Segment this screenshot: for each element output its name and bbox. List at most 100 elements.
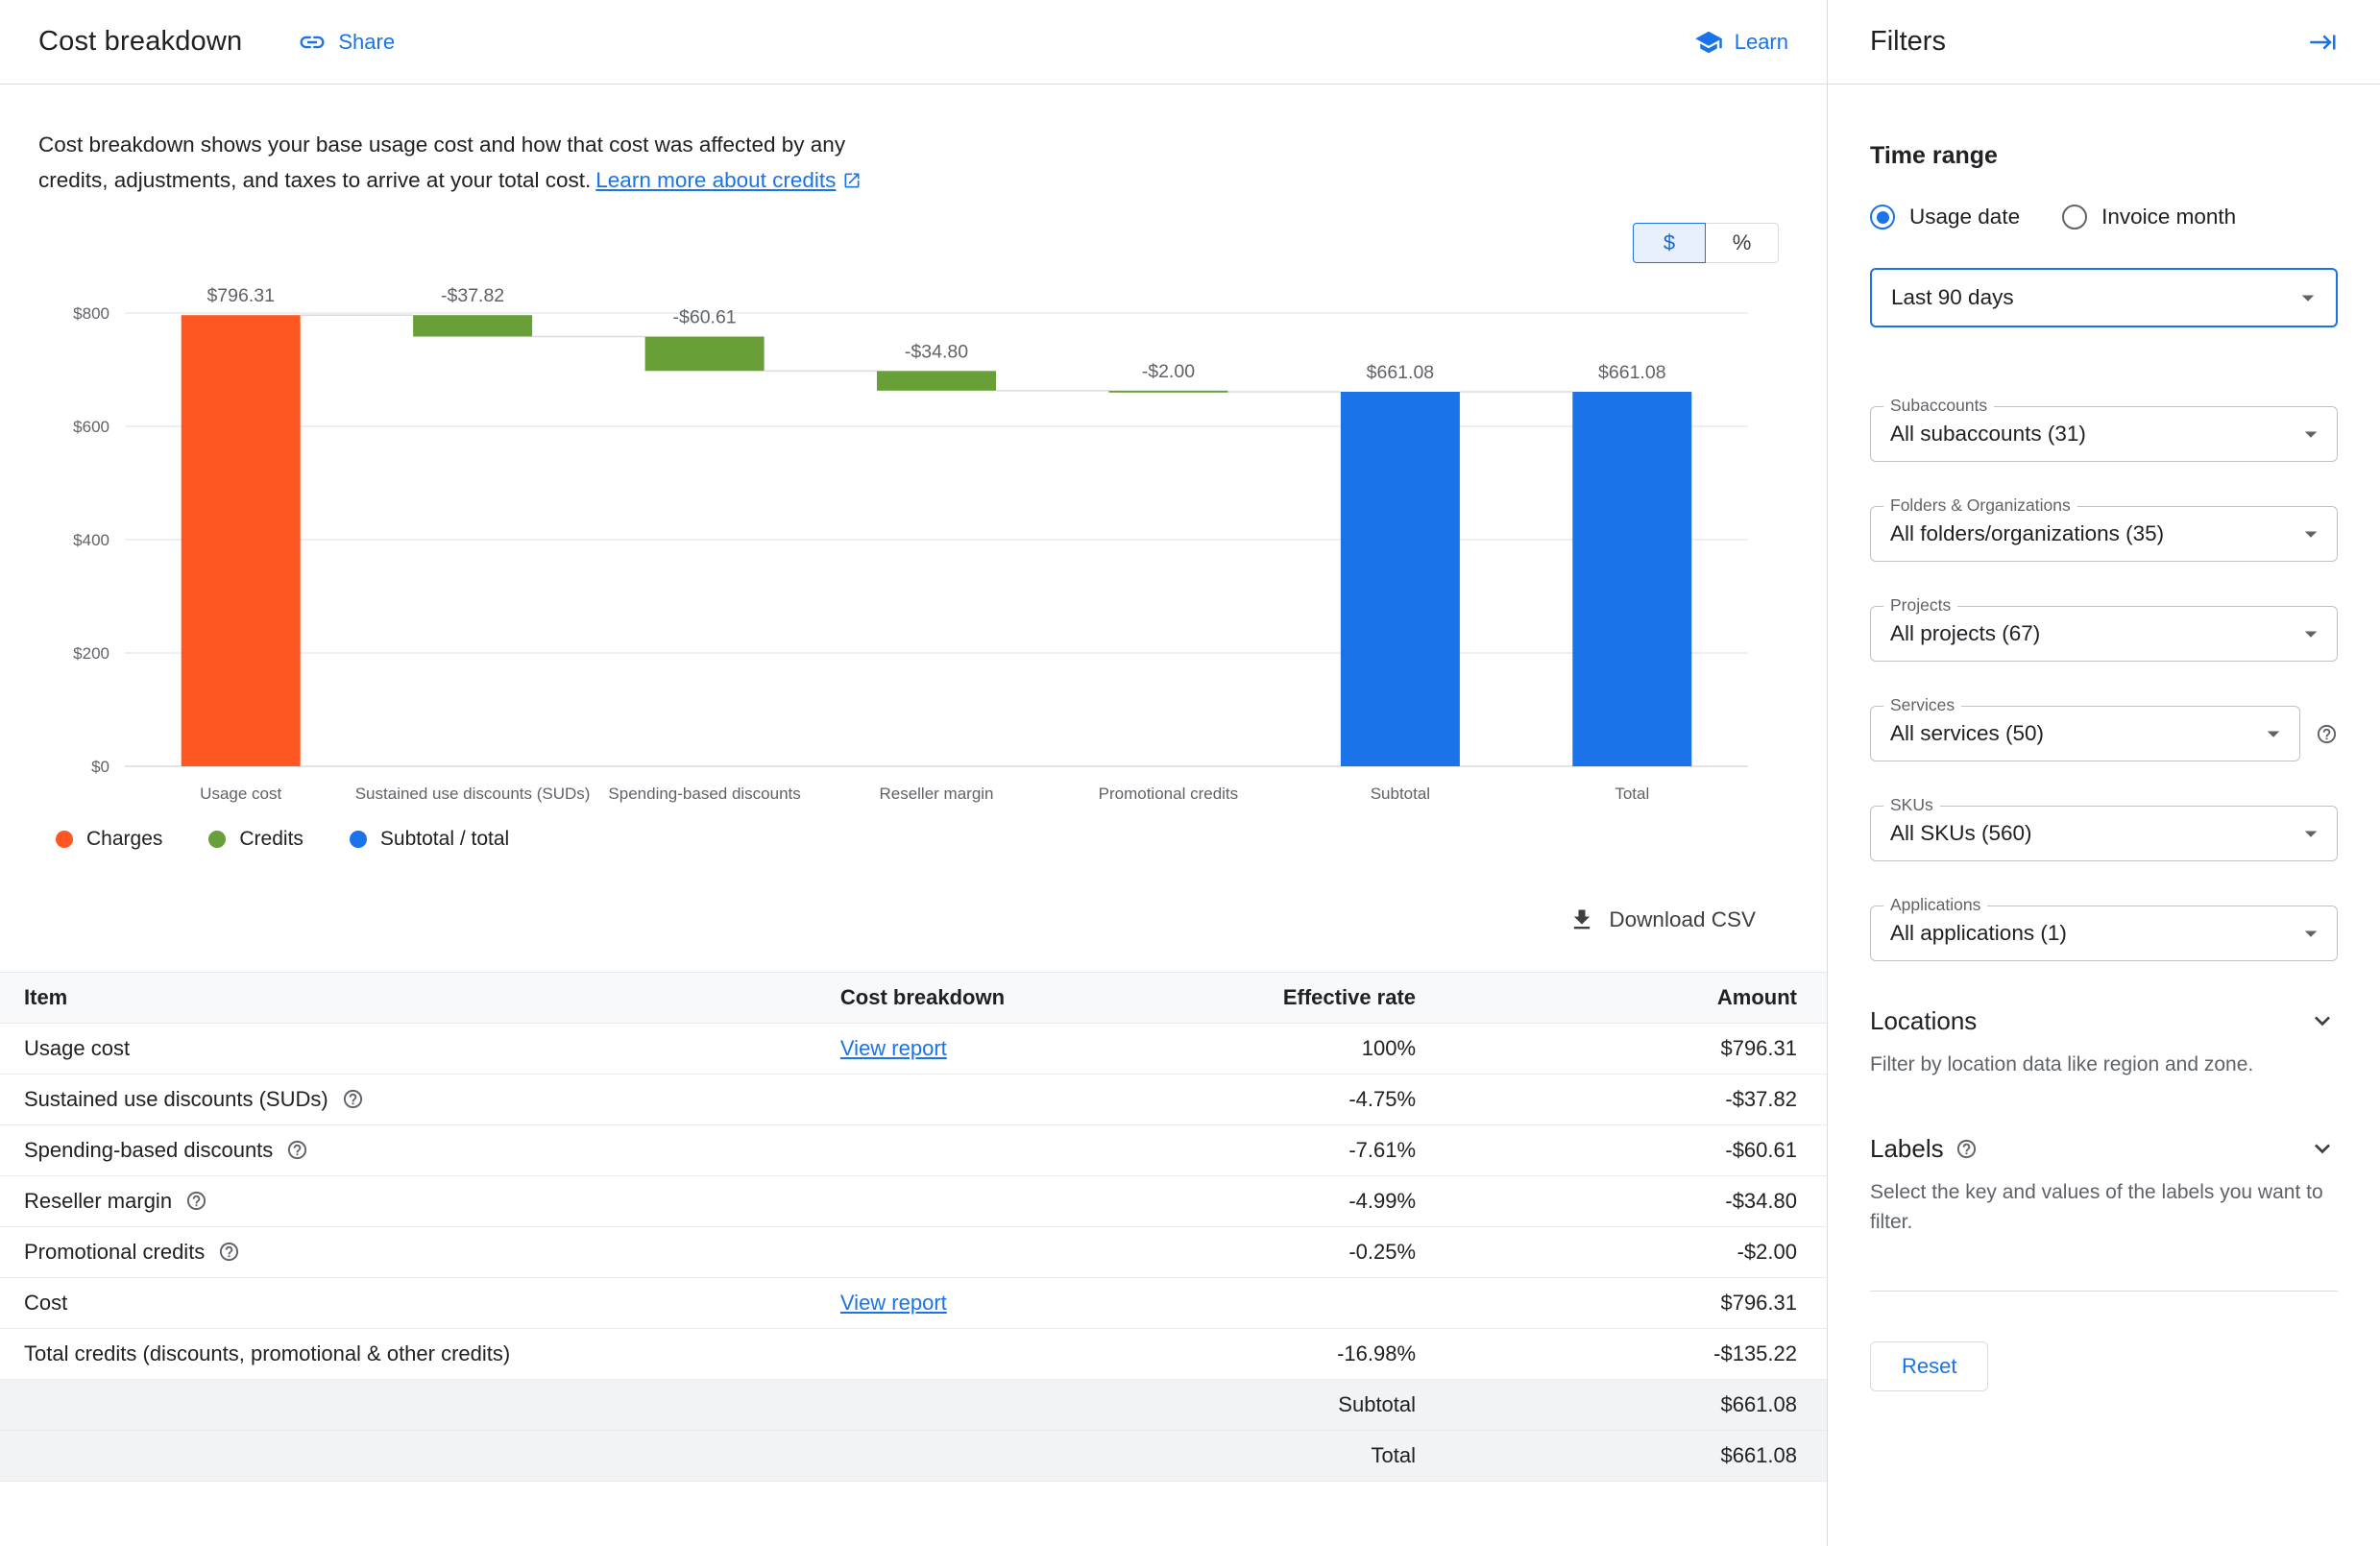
- filters-panel: Filters Time range Usage dateInvoice mon…: [1827, 0, 2380, 1546]
- dropdown-arrow-icon: [2296, 420, 2325, 448]
- item-label: Sustained use discounts (SUDs): [24, 1087, 328, 1111]
- table-row: CostView report$796.31: [0, 1278, 1827, 1329]
- cell-item: Spending-based discounts: [0, 1125, 840, 1176]
- legend-item-credits[interactable]: Credits: [208, 828, 304, 851]
- column-effective-rate: Effective rate: [1169, 973, 1416, 1024]
- cell-amount: -$135.22: [1416, 1329, 1827, 1380]
- view-report-link[interactable]: View report: [840, 1291, 947, 1315]
- learn-icon: [1694, 28, 1723, 57]
- x-category-label: Reseller margin: [879, 785, 993, 803]
- legend-item-subtotal-total[interactable]: Subtotal / total: [350, 828, 509, 851]
- section-header-locations[interactable]: Locations: [1870, 1005, 2338, 1036]
- filters-body: Time range Usage date Invoice month Last …: [1828, 85, 2380, 1391]
- dropdown-skus[interactable]: SKUsAll SKUs (560): [1870, 806, 2338, 861]
- cell-amount: $796.31: [1416, 1024, 1827, 1075]
- dollar-toggle-button[interactable]: $: [1633, 223, 1706, 263]
- table-row: Spending-based discounts -7.61%-$60.61: [0, 1125, 1827, 1176]
- item-label: Cost: [24, 1291, 67, 1315]
- help-icon[interactable]: [1955, 1138, 1978, 1160]
- column-item: Item: [0, 973, 840, 1024]
- help-icon[interactable]: [218, 1241, 240, 1263]
- cell-effective-rate: -4.75%: [1169, 1075, 1416, 1125]
- table-row: Promotional credits-0.25%-$2.00: [0, 1227, 1827, 1278]
- dropdown-applications[interactable]: ApplicationsAll applications (1): [1870, 906, 2338, 961]
- waterfall-bar[interactable]: [1108, 391, 1227, 393]
- cell-effective-rate: -4.99%: [1169, 1176, 1416, 1227]
- cell-effective-rate: -7.61%: [1169, 1125, 1416, 1176]
- section-labels: LabelsSelect the key and values of the l…: [1870, 1133, 2338, 1237]
- item-label: Promotional credits: [24, 1240, 205, 1264]
- dropdown-arrow-icon: [2296, 619, 2325, 648]
- radio-usage-date[interactable]: Usage date: [1870, 205, 2020, 229]
- legend-item-charges[interactable]: Charges: [56, 828, 162, 851]
- time-range-select[interactable]: Last 90 days: [1870, 268, 2338, 327]
- waterfall-bar[interactable]: [182, 315, 301, 766]
- waterfall-bar[interactable]: [645, 337, 765, 372]
- learn-more-credits-link[interactable]: Learn more about credits: [595, 168, 836, 192]
- share-button[interactable]: Share: [298, 28, 395, 57]
- waterfall-bar[interactable]: [1341, 392, 1460, 766]
- radio-invoice-month[interactable]: Invoice month: [2062, 205, 2236, 229]
- section-header-labels[interactable]: Labels: [1870, 1133, 2338, 1164]
- dropdown-label: Services: [1883, 695, 1961, 715]
- external-link-icon[interactable]: [842, 171, 862, 190]
- cell-amount: -$60.61: [1416, 1125, 1827, 1176]
- dropdown-value: All applications (1): [1890, 921, 2296, 946]
- item-label: Total credits (discounts, promotional & …: [24, 1341, 510, 1365]
- cell-effective-rate: -16.98%: [1169, 1329, 1416, 1380]
- waterfall-bar[interactable]: [877, 371, 996, 391]
- table-row: Reseller margin -4.99%-$34.80: [0, 1176, 1827, 1227]
- help-icon[interactable]: [286, 1139, 308, 1161]
- bar-value-label: -$2.00: [1142, 361, 1195, 382]
- download-csv-label: Download CSV: [1609, 907, 1756, 932]
- section-description: Filter by location data like region and …: [1870, 1050, 2338, 1079]
- time-range-radio-group: Usage date Invoice month: [1870, 205, 2338, 229]
- time-range-heading: Time range: [1870, 142, 2338, 170]
- table-row: Sustained use discounts (SUDs)-4.75%-$37…: [0, 1075, 1827, 1125]
- x-category-label: Usage cost: [200, 785, 281, 803]
- cell-amount: -$34.80: [1416, 1176, 1827, 1227]
- help-icon[interactable]: [185, 1190, 207, 1212]
- reset-button[interactable]: Reset: [1870, 1341, 1988, 1391]
- learn-label: Learn: [1735, 30, 1788, 55]
- radio-dot: [1877, 211, 1889, 224]
- chevron-down-icon[interactable]: [2307, 1133, 2338, 1164]
- cell-effective-rate: Total: [1169, 1431, 1416, 1482]
- chevron-down-icon[interactable]: [2307, 1005, 2338, 1036]
- cell-cost-breakdown: View report: [840, 1278, 1169, 1329]
- table-header-row: Item Cost breakdown Effective rate Amoun…: [0, 973, 1827, 1024]
- section-title: Labels: [1870, 1134, 1944, 1164]
- table-row: Subtotal$661.08: [0, 1380, 1827, 1431]
- section-title: Locations: [1870, 1006, 1977, 1036]
- learn-button[interactable]: Learn: [1694, 28, 1788, 57]
- cell-cost-breakdown: [840, 1075, 1169, 1125]
- item-label: Usage cost: [24, 1036, 130, 1060]
- help-icon[interactable]: [342, 1088, 364, 1110]
- app: Cost breakdown Share Learn Cost breakdow…: [0, 0, 2380, 1546]
- item-label: Reseller margin: [24, 1189, 172, 1213]
- x-category-label: Subtotal: [1371, 785, 1430, 803]
- dropdown-services[interactable]: ServicesAll services (50): [1870, 706, 2300, 761]
- percent-toggle-button[interactable]: %: [1706, 223, 1779, 263]
- waterfall-bar[interactable]: [413, 315, 532, 336]
- waterfall-chart: $0$200$400$600$800$796.31Usage cost-$37.…: [0, 267, 1827, 822]
- y-tick-label: $400: [73, 531, 109, 549]
- dropdown-label: SKUs: [1883, 795, 1940, 815]
- table-row: Total credits (discounts, promotional & …: [0, 1329, 1827, 1380]
- dropdown-subaccounts[interactable]: SubaccountsAll subaccounts (31): [1870, 406, 2338, 462]
- download-csv-button[interactable]: Download CSV: [1568, 906, 1756, 933]
- radio-icon: [1870, 205, 1895, 229]
- intro-text: Cost breakdown shows your base usage cos…: [38, 127, 917, 198]
- dropdown-arrow-icon: [2294, 283, 2322, 312]
- column-amount: Amount: [1416, 973, 1827, 1024]
- dropdown-projects[interactable]: ProjectsAll projects (67): [1870, 606, 2338, 662]
- dropdown-arrow-icon: [2296, 519, 2325, 548]
- waterfall-bar[interactable]: [1572, 392, 1691, 766]
- help-icon[interactable]: [2316, 723, 2338, 745]
- view-report-link[interactable]: View report: [840, 1036, 947, 1060]
- dropdown-label: Projects: [1883, 595, 1957, 616]
- legend-label: Charges: [86, 828, 162, 851]
- collapse-panel-icon[interactable]: [2309, 28, 2338, 57]
- dropdown-folders-organizations[interactable]: Folders & OrganizationsAll folders/organ…: [1870, 506, 2338, 562]
- cell-cost-breakdown: View report: [840, 1024, 1169, 1075]
